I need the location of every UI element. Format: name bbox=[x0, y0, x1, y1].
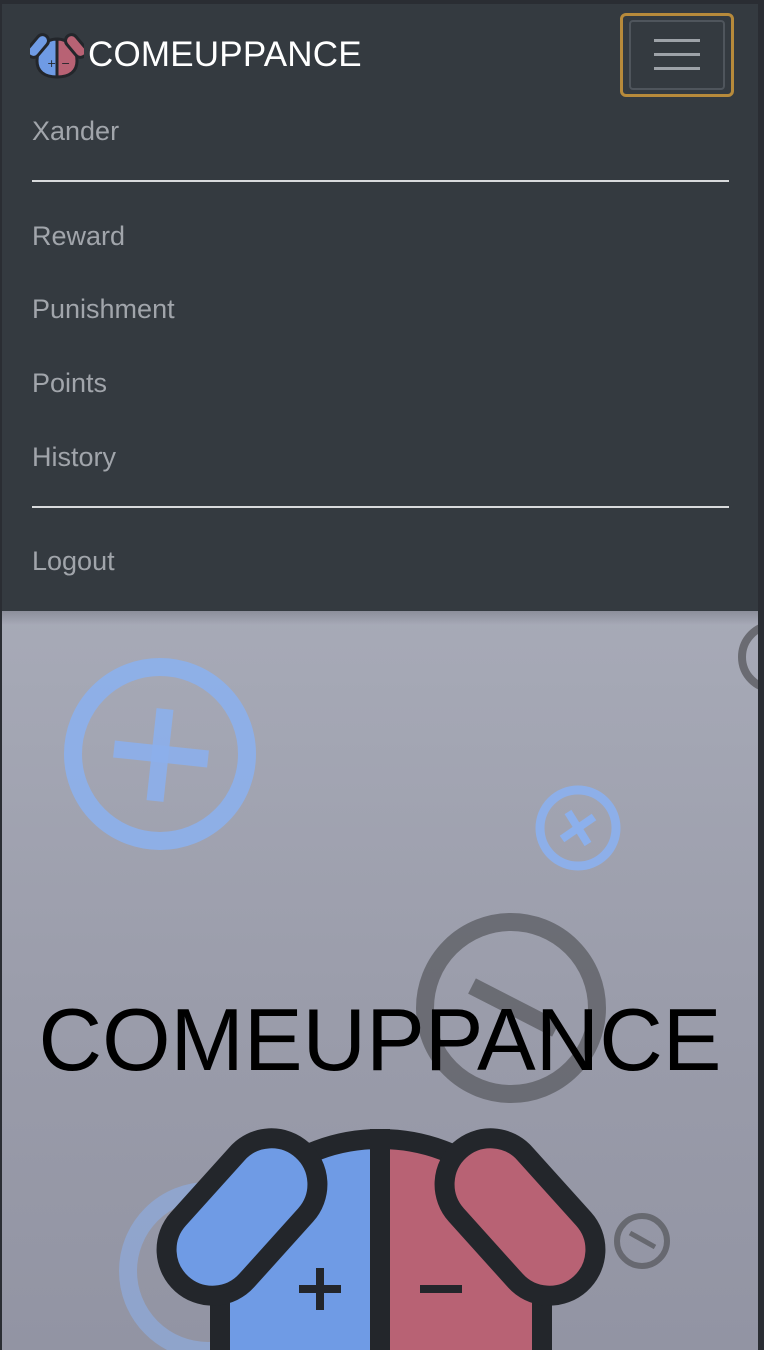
navbar-toggle-button[interactable] bbox=[620, 13, 734, 97]
nav-divider-top bbox=[32, 180, 729, 182]
dog-face-logo-icon: + − bbox=[30, 33, 84, 79]
hero-background bbox=[64, 624, 758, 1350]
minus-circle-icon bbox=[738, 624, 758, 690]
hero-title: COMEUPPANCE bbox=[38, 990, 722, 1089]
dog-face-logo-icon bbox=[156, 1128, 606, 1350]
svg-text:−: − bbox=[61, 57, 70, 70]
nav-item-reward[interactable]: Reward bbox=[32, 223, 125, 250]
hero-section: COMEUPPANCE bbox=[2, 611, 758, 1350]
brand-title: COMEUPPANCE bbox=[88, 34, 362, 74]
nav-item-punishment[interactable]: Punishment bbox=[32, 296, 175, 323]
nav-divider-bottom bbox=[32, 506, 729, 508]
svg-text:+: + bbox=[47, 57, 56, 70]
nav-item-logout[interactable]: Logout bbox=[32, 548, 115, 575]
plus-circle-icon bbox=[64, 658, 256, 850]
nav-item-history[interactable]: History bbox=[32, 444, 116, 471]
navbar: + − COMEUPPANCE Xander Reward Punishment… bbox=[2, 4, 758, 611]
hamburger-menu-icon bbox=[654, 39, 700, 70]
plus-circle-icon bbox=[535, 785, 621, 871]
app-frame: + − COMEUPPANCE Xander Reward Punishment… bbox=[2, 4, 758, 1350]
nav-item-points[interactable]: Points bbox=[32, 370, 107, 397]
navbar-brand[interactable]: + − COMEUPPANCE bbox=[30, 26, 362, 82]
minus-circle-icon bbox=[614, 1213, 670, 1269]
toggle-button-inner bbox=[629, 20, 725, 90]
nav-user-xander[interactable]: Xander bbox=[32, 118, 119, 145]
